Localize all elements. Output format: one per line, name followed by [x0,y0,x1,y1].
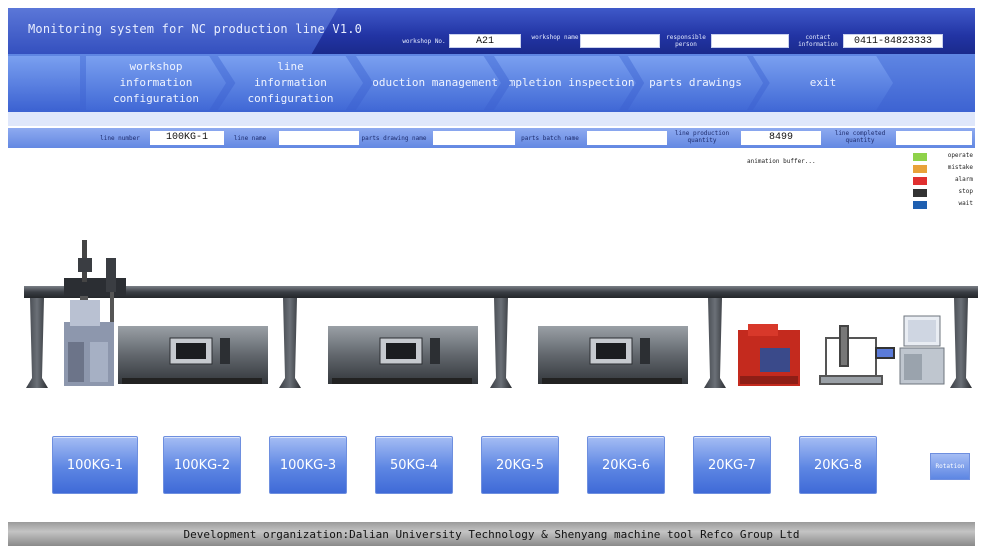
coordinate-measuring-machine [819,325,895,385]
parts-batch-name-field[interactable] [587,131,667,145]
line-name-label: line name [233,135,267,142]
responsible-person-label: responsible person [666,34,706,48]
line-button-20kg-8[interactable]: 20KG-8 [799,436,877,494]
cnc-lathe [328,326,478,384]
legend-swatch [913,165,927,173]
completed-quantity-label: line completed quantity [834,130,886,144]
production-quantity-field[interactable]: 8499 [741,131,821,145]
line-info-bar: line number 100KG-1 line name parts draw… [8,128,975,148]
workshop-name-label: workshop name [531,34,579,41]
legend-label: stop [958,188,973,195]
nav-exit[interactable]: exit [753,56,893,110]
line-button-20kg-6[interactable]: 20KG-6 [587,436,665,494]
line-button-20kg-7[interactable]: 20KG-7 [693,436,771,494]
nav-line-information-configuration[interactable]: line information configuration [218,56,363,110]
parts-batch-name-label: parts batch name [521,135,579,142]
computer-workstation [899,315,945,385]
legend-item-mistake: mistake [913,164,973,174]
legend-item-alarm: alarm [913,176,973,186]
parts-drawing-name-label: parts drawing name [361,135,427,142]
cnc-lathe [118,326,268,384]
legend-label: alarm [954,176,973,183]
line-number-field[interactable]: 100KG-1 [150,131,224,145]
legend-label: wait [958,200,973,207]
legend-swatch [913,153,927,161]
legend-swatch [913,189,927,197]
line-name-field[interactable] [279,131,359,145]
nav-parts-drawings[interactable]: parts drawings [628,56,763,110]
legend-item-operate: operate [913,152,973,162]
cnc-lathe [538,326,688,384]
contact-information-field[interactable]: 0411-84823333 [843,34,943,48]
responsible-person-field[interactable] [711,34,789,48]
legend-label: mistake [947,164,973,171]
rotation-button[interactable]: Rotation [930,453,970,480]
line-button-50kg-4[interactable]: 50KG-4 [375,436,453,494]
top-header: Monitoring system for NC production line… [8,8,975,54]
app-title: Monitoring system for NC production line… [28,22,363,36]
legend-swatch [913,201,927,209]
nav-separator [8,112,975,126]
animation-status-text: animation buffer... [747,158,816,165]
line-number-label: line number [100,135,140,142]
workshop-name-field[interactable] [580,34,660,48]
workshop-no-field[interactable]: A21 [449,34,521,48]
workshop-no-label: workshop No. [402,38,446,45]
line-button-100kg-3[interactable]: 100KG-3 [269,436,347,494]
legend-swatch [913,177,927,185]
contact-information-label: contact information [798,34,838,48]
legend-label: operate [947,152,973,159]
nav-left-block [8,56,80,110]
legend-item-stop: stop [913,188,973,198]
main-nav: workshop information configuration line … [8,54,975,112]
production-quantity-label: line production quantity [674,130,730,144]
legend-item-wait: wait [913,200,973,210]
nav-workshop-information-configuration[interactable]: workshop information configuration [86,56,226,110]
loading-station [64,300,114,386]
completed-quantity-field[interactable] [896,131,972,145]
line-button-100kg-2[interactable]: 100KG-2 [163,436,241,494]
red-inspection-machine [738,324,800,386]
footer-credits: Development organization:Dalian Universi… [8,522,975,546]
parts-drawing-name-field[interactable] [433,131,515,145]
nav-production-management[interactable]: production management [356,56,501,110]
production-line-scene [24,240,978,388]
line-button-100kg-1[interactable]: 100KG-1 [52,436,138,494]
gantry-beam [24,286,978,298]
nav-completion-inspection[interactable]: completion inspection [494,56,636,110]
line-button-20kg-5[interactable]: 20KG-5 [481,436,559,494]
